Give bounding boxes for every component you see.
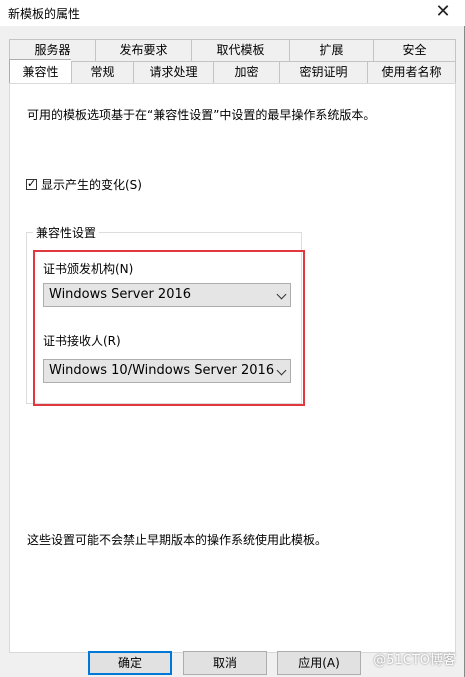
title-bar: 新模板的属性 ✕ bbox=[0, 0, 465, 26]
tab-row-back: 服务器 发布要求 取代模板 扩展 安全 bbox=[9, 39, 456, 61]
tab-key-attestation[interactable]: 密钥证明 bbox=[279, 61, 367, 83]
tab-general[interactable]: 常规 bbox=[71, 61, 133, 83]
compat-footer-note: 这些设置可能不会禁止早期版本的操作系统使用此模板。 bbox=[27, 533, 328, 547]
issuer-label: 证书颁发机构(N) bbox=[43, 262, 134, 276]
ok-button[interactable]: 确定 bbox=[88, 651, 172, 675]
tab-subject-name[interactable]: 使用者名称 bbox=[367, 61, 456, 83]
tab-request-handling[interactable]: 请求处理 bbox=[133, 61, 213, 83]
tab-server[interactable]: 服务器 bbox=[9, 39, 95, 61]
properties-dialog: 新模板的属性 ✕ 服务器 发布要求 取代模板 扩展 安全 兼容性 常规 请求处理… bbox=[0, 0, 465, 677]
compat-description: 可用的模板选项基于在“兼容性设置”中设置的最早操作系统版本。 bbox=[27, 108, 376, 122]
tab-issuance-requirements[interactable]: 发布要求 bbox=[95, 39, 191, 61]
show-changes-checkbox-row[interactable]: ✓ 显示产生的变化(S) bbox=[26, 176, 142, 193]
tab-cryptography[interactable]: 加密 bbox=[213, 61, 279, 83]
tab-row-front: 兼容性 常规 请求处理 加密 密钥证明 使用者名称 bbox=[9, 59, 456, 83]
show-changes-label: 显示产生的变化(S) bbox=[41, 178, 142, 192]
show-changes-checkbox[interactable]: ✓ bbox=[26, 177, 37, 190]
issuer-select-value: Windows Server 2016 bbox=[49, 287, 192, 302]
issuer-select[interactable]: Windows Server 2016 bbox=[43, 283, 291, 307]
tab-superseded-templates[interactable]: 取代模板 bbox=[191, 39, 289, 61]
watermark: @51CTO博客 bbox=[373, 653, 456, 668]
recipient-select-value: Windows 10/Windows Server 2016 bbox=[49, 363, 275, 378]
checkmark-icon: ✓ bbox=[27, 177, 37, 190]
compat-settings-group-label: 兼容性设置 bbox=[33, 224, 100, 241]
cancel-button[interactable]: 取消 bbox=[183, 651, 267, 675]
compatibility-panel: 可用的模板选项基于在“兼容性设置”中设置的最早操作系统版本。 ✓ 显示产生的变化… bbox=[9, 83, 456, 653]
recipient-label: 证书接收人(R) bbox=[43, 334, 121, 348]
tab-compatibility[interactable]: 兼容性 bbox=[9, 59, 71, 83]
chevron-down-icon bbox=[276, 365, 287, 376]
recipient-select[interactable]: Windows 10/Windows Server 2016 bbox=[43, 359, 291, 383]
tab-extensions[interactable]: 扩展 bbox=[289, 39, 373, 61]
chevron-down-icon bbox=[276, 289, 287, 300]
close-icon[interactable]: ✕ bbox=[427, 1, 459, 25]
tab-security[interactable]: 安全 bbox=[373, 39, 456, 61]
apply-button[interactable]: 应用(A) bbox=[277, 651, 361, 675]
window-title: 新模板的属性 bbox=[8, 7, 81, 21]
